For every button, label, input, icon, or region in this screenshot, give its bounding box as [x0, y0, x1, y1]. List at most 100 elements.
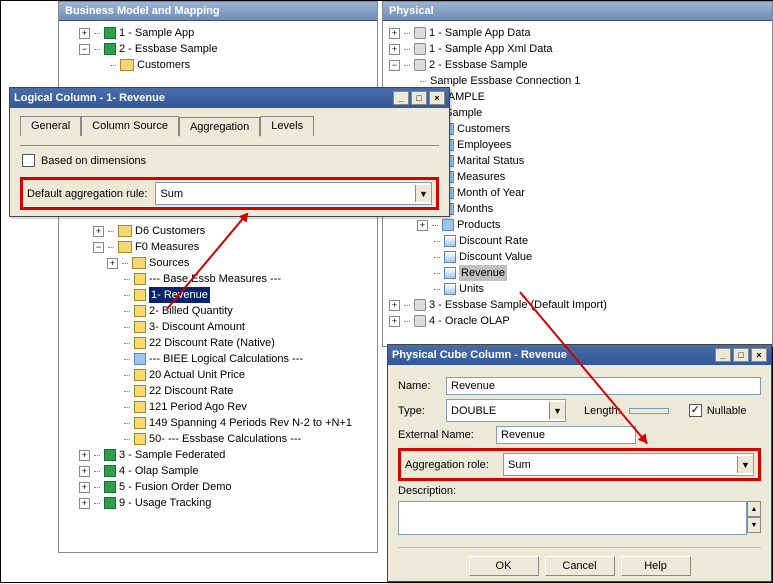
collapse-icon[interactable]: −	[93, 242, 104, 253]
physical-cube-dialog: Physical Cube Column - Revenue _ □ × Nam…	[387, 344, 772, 582]
tree-item[interactable]: Sample Essbase Connection 1	[430, 73, 580, 89]
db-icon	[414, 27, 426, 39]
tab-column-source[interactable]: Column Source	[81, 116, 179, 136]
minimize-button[interactable]: _	[393, 91, 409, 105]
column-icon	[134, 305, 146, 317]
nullable-label: Nullable	[707, 405, 747, 417]
expand-icon[interactable]: +	[79, 28, 90, 39]
tree-item[interactable]: Months	[457, 201, 493, 217]
measure-icon	[444, 283, 456, 295]
cancel-button[interactable]: Cancel	[545, 556, 615, 576]
dropdown-arrow-icon[interactable]: ▼	[549, 402, 565, 419]
ok-button[interactable]: OK	[469, 556, 539, 576]
model-icon	[104, 27, 116, 39]
column-icon	[134, 417, 146, 429]
expand-icon[interactable]: +	[107, 258, 118, 269]
column-icon	[134, 289, 146, 301]
tree-item[interactable]: Measures	[457, 169, 505, 185]
expand-icon[interactable]: +	[79, 482, 90, 493]
tree-item[interactable]: F0 Measures	[135, 239, 199, 255]
maximize-button[interactable]: □	[733, 348, 749, 362]
tree-item[interactable]: 2 - Essbase Sample	[119, 41, 217, 57]
tree-item[interactable]: 1 - Sample App	[119, 25, 194, 41]
expand-icon[interactable]: +	[79, 466, 90, 477]
measure-icon	[444, 251, 456, 263]
agg-role-select[interactable]: Sum ▼	[503, 453, 754, 476]
dropdown-arrow-icon[interactable]: ▼	[415, 185, 431, 202]
model-icon	[104, 497, 116, 509]
db-icon	[414, 43, 426, 55]
close-button[interactable]: ×	[751, 348, 767, 362]
tree-item[interactable]: Discount Rate	[459, 233, 528, 249]
folder-icon	[120, 59, 134, 71]
tree-item[interactable]: 3- Discount Amount	[149, 319, 245, 335]
tree-item[interactable]: Sample	[445, 105, 482, 121]
tree-item[interactable]: Employees	[457, 137, 511, 153]
tree-item[interactable]: Sources	[149, 255, 189, 271]
default-agg-label: Default aggregation rule:	[27, 188, 147, 200]
tree-item[interactable]: 5 - Fusion Order Demo	[119, 479, 231, 495]
column-icon	[134, 337, 146, 349]
tree-item[interactable]: 22 Discount Rate	[149, 383, 233, 399]
default-agg-select[interactable]: Sum ▼	[155, 182, 432, 205]
column-icon	[134, 401, 146, 413]
tree-item[interactable]: 50- --- Essbase Calculations ---	[149, 431, 301, 447]
scroll-up-button[interactable]: ▲	[747, 501, 761, 517]
tab-general[interactable]: General	[20, 116, 81, 136]
folder-icon	[118, 225, 132, 237]
tree-item[interactable]: Discount Value	[459, 249, 532, 265]
tree-item[interactable]: D6 Customers	[135, 223, 205, 239]
column-icon	[134, 353, 146, 365]
tree-item[interactable]: 9 - Usage Tracking	[119, 495, 211, 511]
tree-item[interactable]: Customers	[457, 121, 510, 137]
tree-item[interactable]: 149 Spanning 4 Periods Rev N-2 to +N+1	[149, 415, 352, 431]
external-name-field[interactable]: Revenue	[496, 426, 636, 444]
expand-icon[interactable]: +	[389, 28, 400, 39]
close-button[interactable]: ×	[429, 91, 445, 105]
tree-item[interactable]: 4 - Olap Sample	[119, 463, 198, 479]
tree-item[interactable]: 20 Actual Unit Price	[149, 367, 245, 383]
left-panel-title: Business Model and Mapping	[59, 2, 377, 21]
expand-icon[interactable]: +	[389, 44, 400, 55]
tree-item[interactable]: 1 - Sample App Data	[429, 25, 531, 41]
tab-aggregation[interactable]: Aggregation	[179, 117, 260, 137]
scroll-down-button[interactable]: ▼	[747, 517, 761, 533]
tree-item-selected[interactable]: Revenue	[459, 265, 507, 281]
tree-item[interactable]: 3 - Sample Federated	[119, 447, 225, 463]
tree-item[interactable]: 1 - Sample App Xml Data	[429, 41, 553, 57]
tree-item[interactable]: 3 - Essbase Sample (Default Import)	[429, 297, 607, 313]
tree-item[interactable]: Products	[457, 217, 500, 233]
dropdown-arrow-icon[interactable]: ▼	[737, 456, 753, 473]
dialog-title: Logical Column - 1- Revenue	[14, 92, 165, 104]
nullable-checkbox[interactable]: ✓	[689, 404, 702, 417]
column-icon	[134, 369, 146, 381]
help-button[interactable]: Help	[621, 556, 691, 576]
collapse-icon[interactable]: −	[389, 60, 400, 71]
maximize-button[interactable]: □	[411, 91, 427, 105]
length-field[interactable]	[629, 408, 669, 414]
tree-item[interactable]: Units	[459, 281, 484, 297]
tab-levels[interactable]: Levels	[260, 116, 314, 136]
dialog-title: Physical Cube Column - Revenue	[392, 349, 567, 361]
expand-icon[interactable]: +	[93, 226, 104, 237]
based-on-dimensions-checkbox[interactable]	[22, 154, 35, 167]
expand-icon[interactable]: +	[79, 450, 90, 461]
tree-item[interactable]: 2- Billed Quantity	[149, 303, 233, 319]
description-field[interactable]	[398, 501, 747, 535]
minimize-button[interactable]: _	[715, 348, 731, 362]
tree-item[interactable]: --- Base Essb Measures ---	[149, 271, 281, 287]
measure-icon	[444, 235, 456, 247]
type-select[interactable]: DOUBLE ▼	[446, 399, 566, 422]
expand-icon[interactable]: +	[389, 300, 400, 311]
collapse-icon[interactable]: −	[79, 44, 90, 55]
tree-item[interactable]: Customers	[137, 57, 190, 73]
tree-item[interactable]: 22 Discount Rate (Native)	[149, 335, 275, 351]
tree-item[interactable]: Month of Year	[457, 185, 525, 201]
tree-item[interactable]: --- BIEE Logical Calculations ---	[149, 351, 303, 367]
expand-icon[interactable]: +	[389, 316, 400, 327]
tree-item[interactable]: 121 Period Ago Rev	[149, 399, 247, 415]
tree-item[interactable]: Marital Status	[457, 153, 524, 169]
tree-item[interactable]: 2 - Essbase Sample	[429, 57, 527, 73]
expand-icon[interactable]: +	[79, 498, 90, 509]
tree-item[interactable]: 4 - Oracle OLAP	[429, 313, 510, 329]
